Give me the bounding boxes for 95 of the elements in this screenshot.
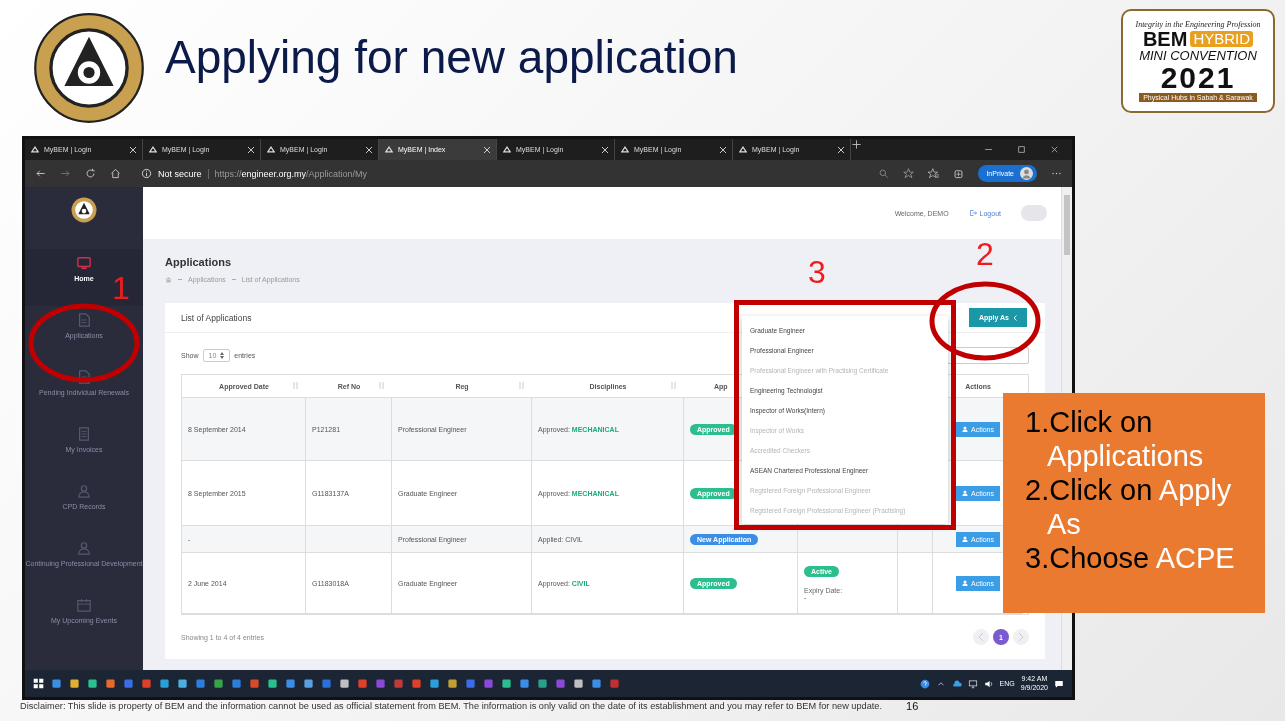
close-icon[interactable]: [602, 146, 608, 153]
zoom-icon[interactable]: [878, 168, 890, 179]
close-icon[interactable]: [1049, 144, 1060, 155]
page-number: 16: [906, 700, 919, 712]
sort-icon: [293, 382, 298, 389]
app-icon[interactable]: [231, 678, 242, 689]
app-icon[interactable]: [141, 678, 152, 689]
start-icon[interactable]: [33, 678, 44, 689]
slide-title: Applying for new application: [165, 30, 738, 84]
user-icon: [962, 426, 968, 432]
app-icon[interactable]: [339, 678, 350, 689]
avatar-icon: [1020, 167, 1033, 180]
monitor-icon: [77, 255, 91, 271]
close-icon[interactable]: [130, 146, 136, 153]
site-icon: [31, 146, 39, 153]
site-icon: [739, 146, 747, 153]
board-seal-logo: [71, 197, 97, 223]
favorites-icon[interactable]: [928, 168, 940, 179]
info-icon: [141, 168, 152, 179]
site-icon: [621, 146, 629, 153]
logo-event-name: MINI CONVENTION: [1139, 48, 1257, 64]
app-icon[interactable]: [573, 678, 584, 689]
document-icon: [77, 369, 91, 385]
app-icon[interactable]: [447, 678, 458, 689]
sort-icon: [379, 382, 384, 389]
app-icon[interactable]: [249, 678, 260, 689]
document-icon: [77, 426, 91, 442]
logout-icon: [968, 209, 977, 217]
app-icon[interactable]: [267, 678, 278, 689]
instruction-step: 1.Click on Applications: [1025, 405, 1249, 473]
app-icon[interactable]: [429, 678, 440, 689]
user-icon: [962, 580, 968, 586]
card-title: List of Applications: [181, 312, 252, 323]
star-icon[interactable]: [903, 168, 915, 179]
logo-badge: HYBRID: [1190, 30, 1254, 48]
app-icon[interactable]: [519, 678, 530, 689]
page-title: Applications: [165, 256, 231, 268]
close-icon[interactable]: [248, 146, 254, 153]
back-icon[interactable]: [35, 168, 46, 179]
instruction-step: 3.Choose ACPE: [1025, 541, 1249, 575]
app-icon[interactable]: [357, 678, 368, 689]
logo-tagline: Integrity in the Engineering Profession: [1135, 19, 1261, 29]
refresh-icon[interactable]: [85, 168, 96, 179]
close-icon[interactable]: [484, 146, 490, 153]
site-icon: [503, 146, 511, 153]
step-number: 3: [808, 256, 826, 288]
scrollbar-thumb[interactable]: [1064, 195, 1070, 255]
calendar-icon: [77, 597, 91, 613]
home-icon[interactable]: [110, 168, 121, 179]
app-icon[interactable]: [105, 678, 116, 689]
user-icon: [962, 490, 968, 496]
site-icon: [385, 146, 393, 153]
close-icon[interactable]: [366, 146, 372, 153]
new-tab-icon[interactable]: [851, 139, 862, 150]
app-icon[interactable]: [177, 678, 188, 689]
close-icon[interactable]: [720, 146, 726, 153]
site-icon: [149, 146, 157, 153]
user-icon: [962, 536, 968, 542]
address-field[interactable]: https://engineer.org.my/Application/My: [214, 168, 368, 179]
app-icon[interactable]: [213, 678, 224, 689]
volume-icon[interactable]: [983, 678, 994, 689]
caret-icon: [1013, 314, 1017, 321]
forward-icon[interactable]: [60, 168, 71, 179]
sort-arrows-icon: [220, 352, 225, 359]
app-icon[interactable]: [591, 678, 602, 689]
app-icon[interactable]: [195, 678, 206, 689]
notification-icon[interactable]: [1054, 678, 1064, 689]
step-number: 2: [976, 238, 994, 270]
site-icon: [267, 146, 275, 153]
help-icon[interactable]: [919, 678, 930, 689]
person-icon: [77, 540, 91, 556]
app-icon[interactable]: [285, 678, 296, 689]
app-icon[interactable]: [411, 678, 422, 689]
close-icon[interactable]: [838, 146, 844, 153]
logo-year: 2021: [1160, 63, 1236, 94]
cloud-icon[interactable]: [951, 678, 962, 689]
logo-brand: BEM: [1142, 28, 1188, 49]
security-label: Not secure: [158, 168, 202, 179]
step-number: 1: [112, 272, 130, 304]
app-icon[interactable]: [501, 678, 512, 689]
sort-icon: [519, 382, 524, 389]
restore-icon[interactable]: [1016, 144, 1027, 155]
document-icon: [77, 312, 91, 328]
app-icon[interactable]: [303, 678, 314, 689]
collections-icon[interactable]: [953, 168, 965, 179]
app-icon[interactable]: [51, 678, 62, 689]
app-icon[interactable]: [87, 678, 98, 689]
network-icon[interactable]: [967, 678, 978, 689]
disclaimer: Disclaimer: This slide is property of BEM and the information cannot be used as official statement from BEM. The information is only valid on the date of its establishment and you may refer to BEM for new update.: [20, 701, 882, 711]
person-icon: [77, 483, 91, 499]
sort-icon: [671, 382, 676, 389]
app-icon[interactable]: [537, 678, 548, 689]
app-icon[interactable]: [69, 678, 80, 689]
app-icon[interactable]: [159, 678, 170, 689]
instruction-step: 2.Click on Apply As: [1025, 473, 1249, 541]
